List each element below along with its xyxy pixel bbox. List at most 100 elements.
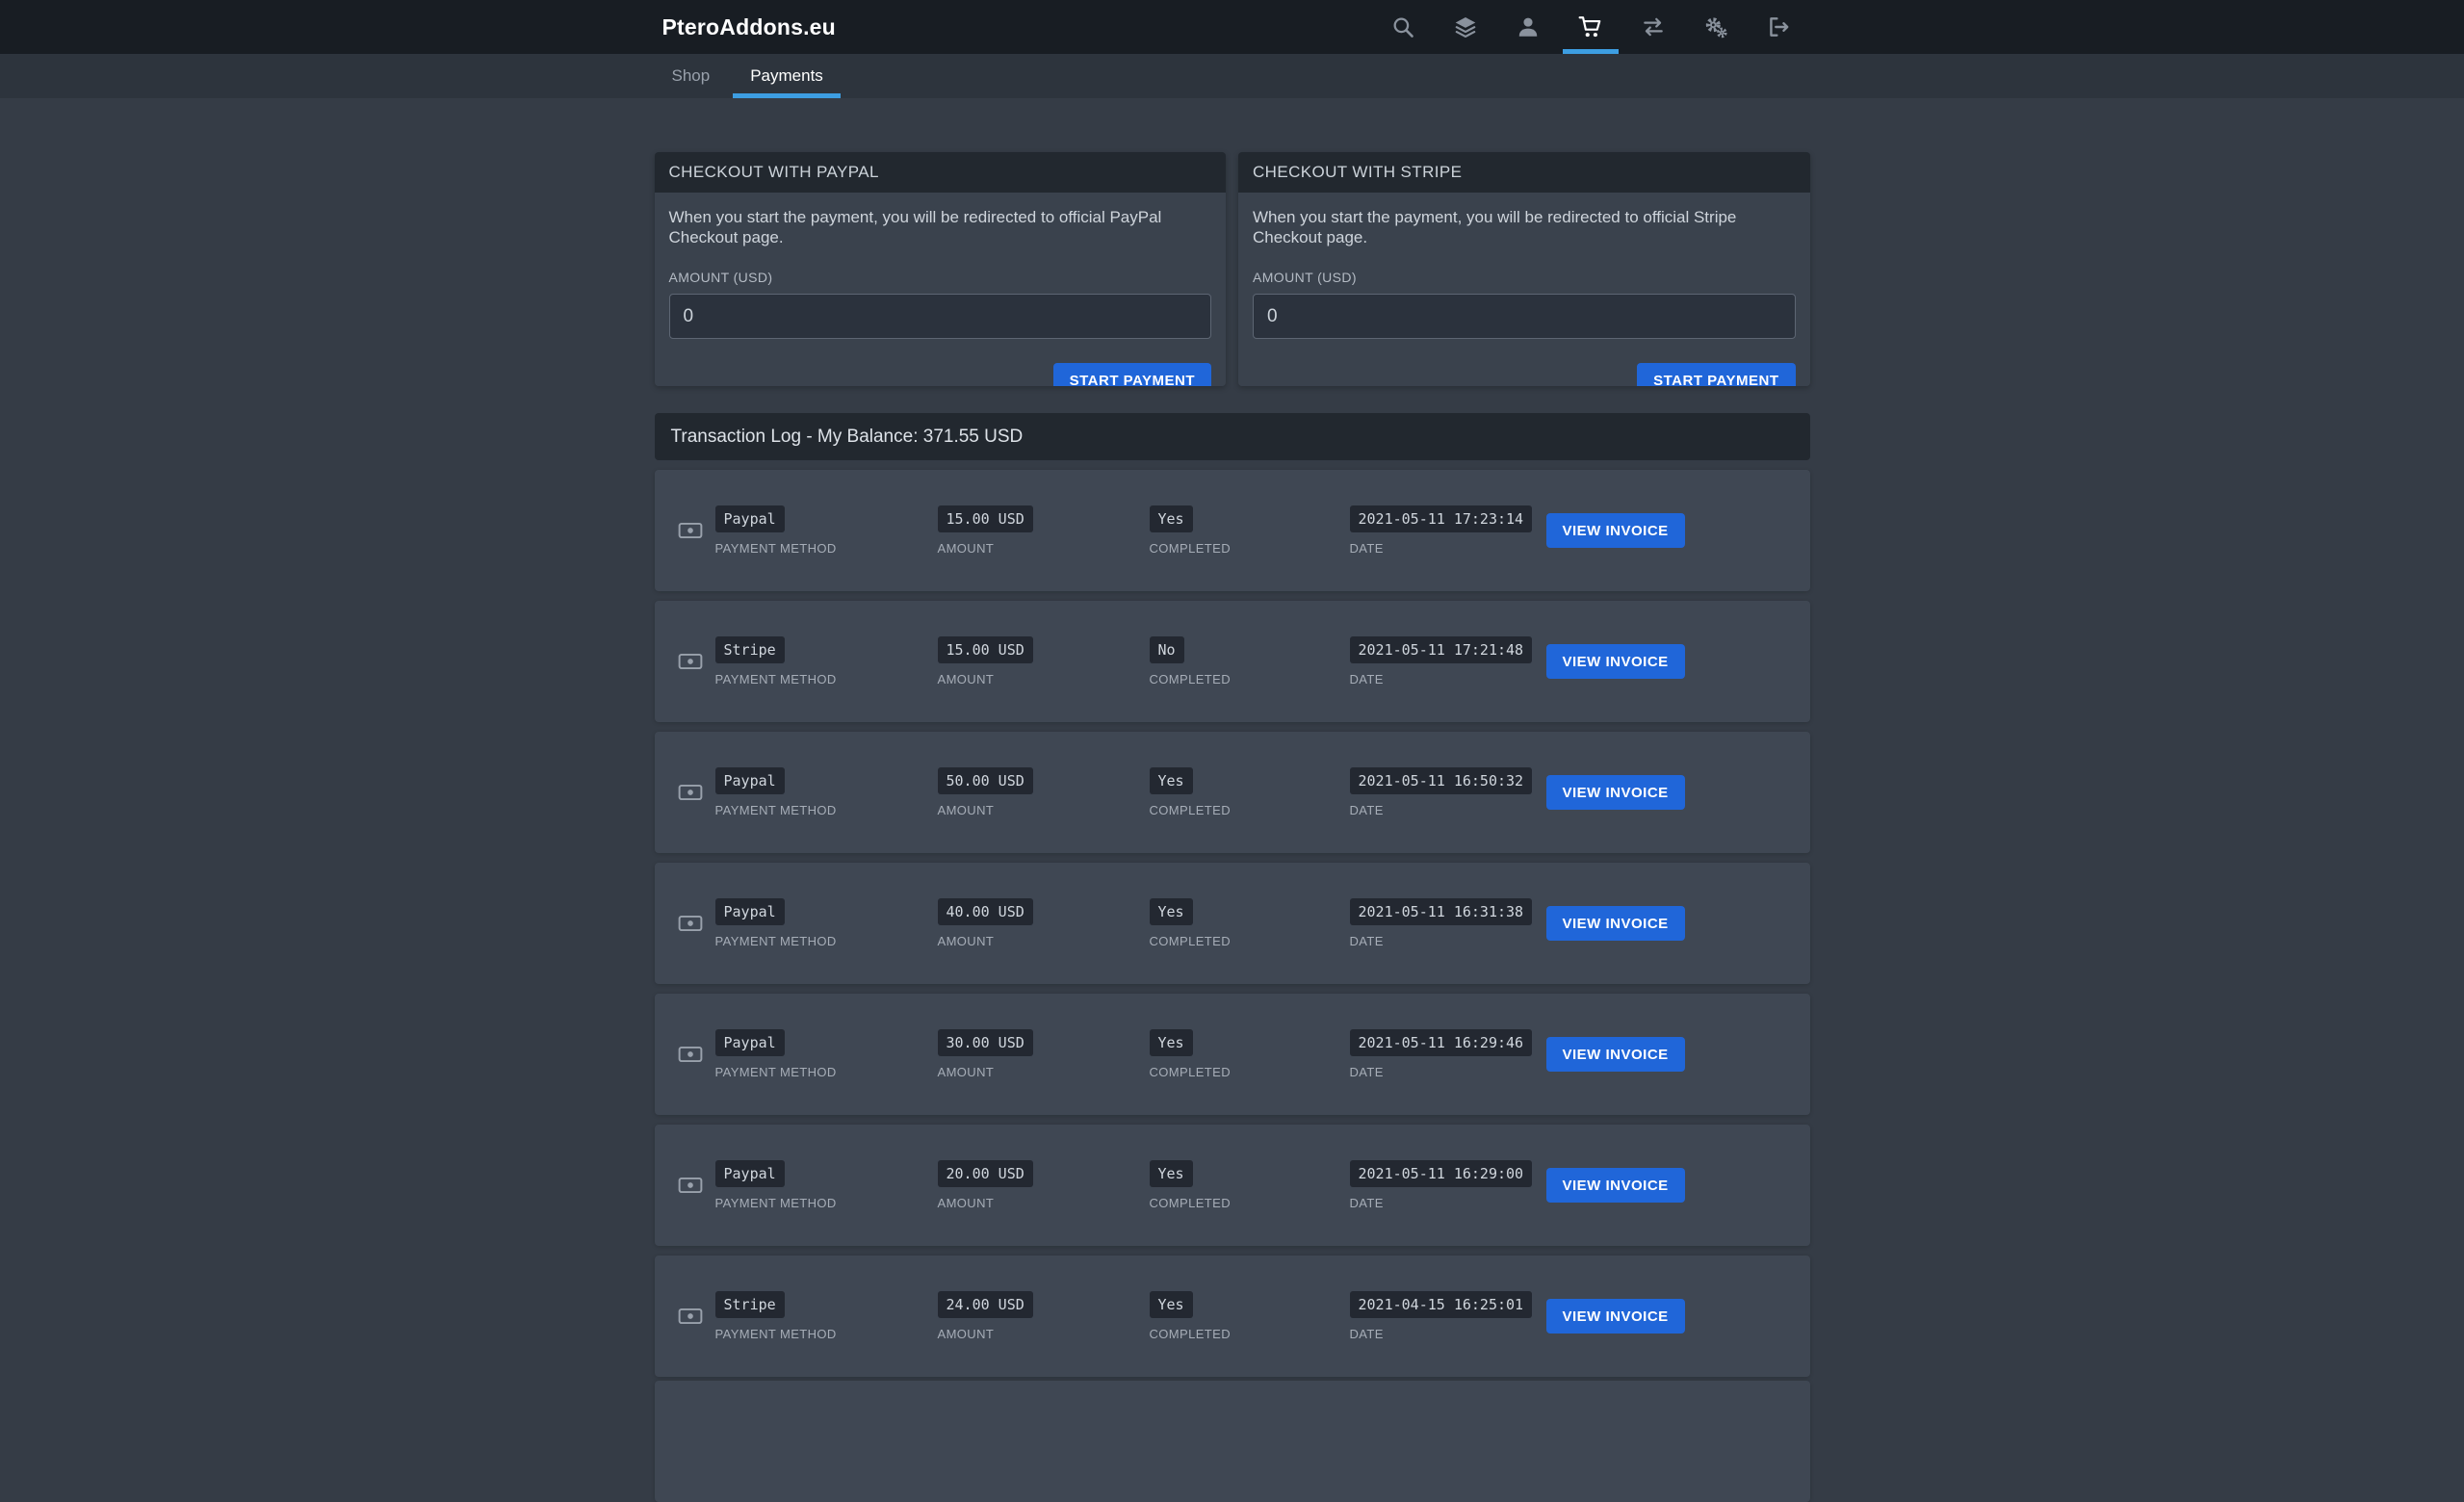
payment-method-column: Stripe PAYMENT METHOD [715, 636, 938, 686]
date-column: 2021-05-11 16:29:00 DATE [1350, 1160, 1546, 1210]
date-column: 2021-05-11 17:23:14 DATE [1350, 505, 1546, 556]
payment-method-label: PAYMENT METHOD [715, 672, 938, 686]
completed-column: Yes COMPLETED [1150, 1291, 1350, 1341]
amount-value: 30.00 USD [938, 1029, 1033, 1056]
completed-column: Yes COMPLETED [1150, 1160, 1350, 1210]
transaction-row: Paypal PAYMENT METHOD 30.00 USD AMOUNT Y… [655, 994, 1810, 1115]
date-value: 2021-05-11 16:29:00 [1350, 1160, 1533, 1187]
date-column: 2021-05-11 17:21:48 DATE [1350, 636, 1546, 686]
money-bill-icon [678, 1173, 703, 1198]
payment-method-value: Paypal [715, 767, 785, 794]
payment-method-value: Stripe [715, 1291, 785, 1318]
view-invoice-button[interactable]: VIEW INVOICE [1546, 1168, 1685, 1203]
search-icon[interactable] [1372, 0, 1435, 54]
tab-payments-label: Payments [750, 66, 823, 86]
completed-column: No COMPLETED [1150, 636, 1350, 686]
paypal-start-payment-button[interactable]: START PAYMENT [1053, 363, 1211, 386]
completed-label: COMPLETED [1150, 934, 1350, 948]
transaction-row: Paypal PAYMENT METHOD 50.00 USD AMOUNT Y… [655, 732, 1810, 853]
completed-label: COMPLETED [1150, 1196, 1350, 1210]
completed-column: Yes COMPLETED [1150, 767, 1350, 817]
layers-icon[interactable] [1435, 0, 1497, 54]
active-nav-underline [1563, 49, 1619, 54]
completed-label: COMPLETED [1150, 1327, 1350, 1341]
payment-method-column: Paypal PAYMENT METHOD [715, 898, 938, 948]
amount-column: 20.00 USD AMOUNT [938, 1160, 1150, 1210]
payment-method-column: Paypal PAYMENT METHOD [715, 1029, 938, 1079]
amount-label: AMOUNT [938, 1065, 1150, 1079]
completed-value: Yes [1150, 898, 1193, 925]
transaction-log-title: Transaction Log - My Balance: 371.55 USD [671, 427, 1024, 448]
date-value: 2021-05-11 16:50:32 [1350, 767, 1533, 794]
view-invoice-button[interactable]: VIEW INVOICE [1546, 644, 1685, 679]
view-invoice-button[interactable]: VIEW INVOICE [1546, 1299, 1685, 1334]
sub-navbar: Shop Payments [0, 54, 2464, 98]
amount-value: 24.00 USD [938, 1291, 1033, 1318]
date-value: 2021-05-11 16:29:46 [1350, 1029, 1533, 1056]
money-bill-icon [678, 518, 703, 543]
transaction-row: Paypal PAYMENT METHOD 40.00 USD AMOUNT Y… [655, 863, 1810, 984]
stripe-amount-input[interactable] [1253, 294, 1796, 339]
brand-title[interactable]: PteroAddons.eu [655, 14, 836, 40]
amount-value: 15.00 USD [938, 505, 1033, 532]
logout-icon[interactable] [1748, 0, 1810, 54]
date-column: 2021-05-11 16:50:32 DATE [1350, 767, 1546, 817]
payment-method-label: PAYMENT METHOD [715, 1196, 938, 1210]
date-value: 2021-05-11 16:31:38 [1350, 898, 1533, 925]
date-value: 2021-04-15 16:25:01 [1350, 1291, 1533, 1318]
stripe-checkout-card: CHECKOUT WITH STRIPE When you start the … [1238, 152, 1810, 386]
stripe-start-payment-button[interactable]: START PAYMENT [1637, 363, 1795, 386]
amount-column: 15.00 USD AMOUNT [938, 505, 1150, 556]
amount-label: AMOUNT [938, 934, 1150, 948]
payment-method-label: PAYMENT METHOD [715, 1065, 938, 1079]
payment-method-value: Paypal [715, 1029, 785, 1056]
settings-icon[interactable] [1685, 0, 1748, 54]
view-invoice-button[interactable]: VIEW INVOICE [1546, 906, 1685, 941]
stripe-amount-label: AMOUNT (USD) [1253, 270, 1796, 285]
tab-payments[interactable]: Payments [733, 54, 841, 98]
money-bill-icon [678, 1304, 703, 1329]
date-label: DATE [1350, 672, 1546, 686]
paypal-card-title: CHECKOUT WITH PAYPAL [655, 152, 1227, 193]
paypal-card-body: When you start the payment, you will be … [655, 193, 1227, 386]
payment-method-value: Paypal [715, 505, 785, 532]
view-invoice-button[interactable]: VIEW INVOICE [1546, 1037, 1685, 1072]
amount-value: 20.00 USD [938, 1160, 1033, 1187]
date-column: 2021-05-11 16:29:46 DATE [1350, 1029, 1546, 1079]
tab-shop[interactable]: Shop [655, 54, 728, 98]
payment-method-value: Paypal [715, 1160, 785, 1187]
transaction-row: Paypal PAYMENT METHOD 15.00 USD AMOUNT Y… [655, 470, 1810, 591]
money-bill-icon [678, 780, 703, 805]
payment-method-label: PAYMENT METHOD [715, 1327, 938, 1341]
amount-column: 24.00 USD AMOUNT [938, 1291, 1150, 1341]
transaction-row-partial [655, 1381, 1810, 1502]
amount-label: AMOUNT [938, 672, 1150, 686]
completed-value: No [1150, 636, 1184, 663]
date-value: 2021-05-11 17:23:14 [1350, 505, 1533, 532]
completed-value: Yes [1150, 505, 1193, 532]
navbar-icons [1372, 0, 1810, 54]
view-invoice-button[interactable]: VIEW INVOICE [1546, 775, 1685, 810]
transaction-log-header: Transaction Log - My Balance: 371.55 USD [655, 413, 1810, 460]
navbar-inner: PteroAddons.eu [655, 0, 1810, 54]
completed-label: COMPLETED [1150, 803, 1350, 817]
completed-value: Yes [1150, 1029, 1193, 1056]
date-value: 2021-05-11 17:21:48 [1350, 636, 1533, 663]
transfer-icon[interactable] [1622, 0, 1685, 54]
user-icon[interactable] [1497, 0, 1560, 54]
stripe-button-row: START PAYMENT [1253, 363, 1796, 386]
view-invoice-button[interactable]: VIEW INVOICE [1546, 513, 1685, 548]
money-bill-icon [678, 1042, 703, 1067]
date-label: DATE [1350, 803, 1546, 817]
date-label: DATE [1350, 1196, 1546, 1210]
amount-column: 30.00 USD AMOUNT [938, 1029, 1150, 1079]
date-column: 2021-05-11 16:31:38 DATE [1350, 898, 1546, 948]
date-column: 2021-04-15 16:25:01 DATE [1350, 1291, 1546, 1341]
transaction-list: Paypal PAYMENT METHOD 15.00 USD AMOUNT Y… [655, 470, 1810, 1377]
cart-icon[interactable] [1560, 0, 1622, 54]
amount-value: 40.00 USD [938, 898, 1033, 925]
amount-value: 15.00 USD [938, 636, 1033, 663]
payment-method-column: Stripe PAYMENT METHOD [715, 1291, 938, 1341]
completed-value: Yes [1150, 767, 1193, 794]
paypal-amount-input[interactable] [669, 294, 1212, 339]
